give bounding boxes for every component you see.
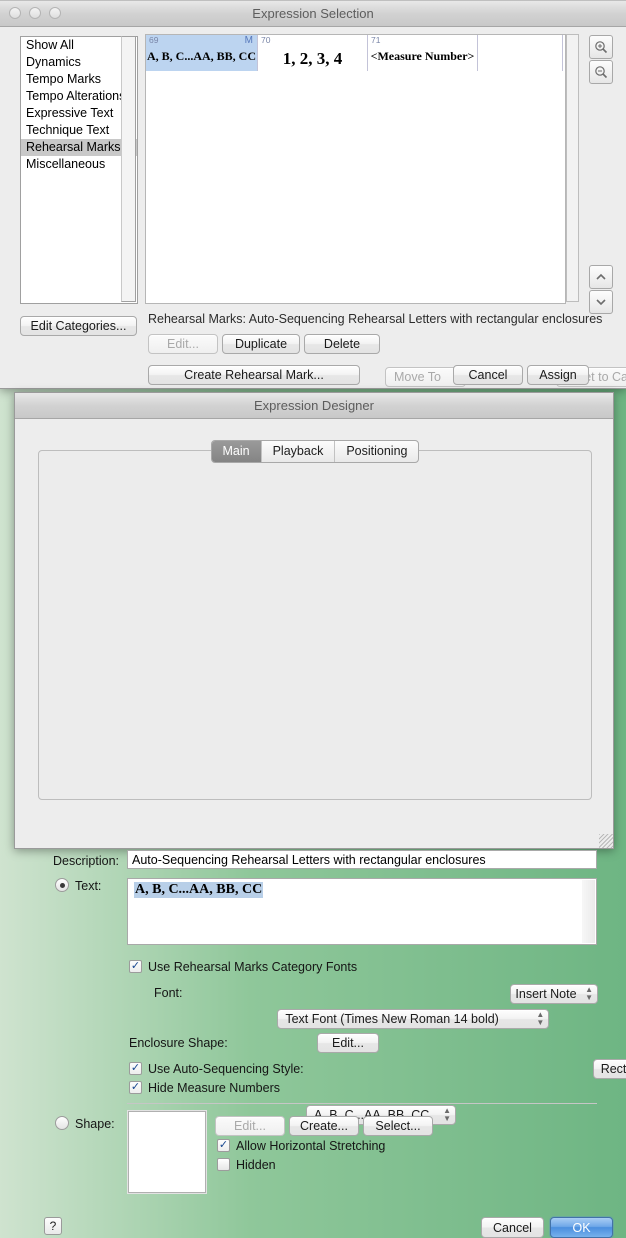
shape-radio[interactable]	[55, 1116, 69, 1130]
shape-preview-well[interactable]	[128, 1111, 206, 1193]
auto-sequencing-checkbox[interactable]: ✓	[129, 1062, 142, 1075]
description-input[interactable]	[127, 850, 597, 869]
selection-titlebar: Expression Selection	[0, 0, 626, 27]
designer-window-title: Expression Designer	[15, 393, 613, 418]
auto-sequencing-label: Use Auto-Sequencing Style:	[148, 1062, 304, 1076]
measure-expression-text: A, B, C...AA, BB, CC	[146, 49, 257, 64]
category-item[interactable]: Expressive Text	[21, 105, 137, 122]
enclosure-shape-value: Rectangle	[601, 1062, 626, 1076]
expression-selection-window: Expression Selection Show AllDynamicsTem…	[0, 0, 626, 389]
expression-designer-window: Expression Designer MainPlaybackPosition…	[14, 392, 614, 849]
designer-cancel-button[interactable]: Cancel	[481, 1217, 544, 1238]
designer-titlebar: Expression Designer	[15, 393, 613, 419]
text-radio-label: Text:	[75, 879, 101, 893]
section-divider	[127, 1103, 597, 1104]
tab-bar: MainPlaybackPositioning	[39, 440, 591, 463]
measure-number: 70	[261, 35, 270, 45]
shape-radio-label: Shape:	[75, 1117, 115, 1131]
use-category-fonts-checkbox[interactable]: ✓	[129, 960, 142, 973]
tab-positioning[interactable]: Positioning	[335, 441, 418, 462]
designer-ok-button[interactable]: OK	[550, 1217, 613, 1238]
shape-edit-button[interactable]: Edit...	[215, 1116, 285, 1136]
text-editor-value: A, B, C...AA, BB, CC	[134, 882, 263, 898]
text-editor[interactable]: A, B, C...AA, BB, CC	[127, 878, 597, 945]
description-label: Description:	[53, 854, 119, 868]
measure-cell[interactable]: 70 1, 2, 3, 4	[258, 35, 368, 71]
allow-horizontal-stretching-label: Allow Horizontal Stretching	[236, 1139, 385, 1153]
hidden-label: Hidden	[236, 1158, 276, 1172]
create-rehearsal-mark-button[interactable]: Create Rehearsal Mark...	[148, 365, 360, 385]
designer-main-panel: MainPlaybackPositioning	[38, 450, 592, 800]
tab-main[interactable]: Main	[212, 441, 262, 462]
edit-categories-button[interactable]: Edit Categories...	[20, 316, 137, 336]
updown-arrow-icon: ▲▼	[443, 1107, 451, 1123]
measure-expression-text: <Measure Number>	[368, 49, 477, 64]
category-item[interactable]: Tempo Marks	[21, 71, 137, 88]
zoom-in-icon[interactable]	[589, 35, 613, 59]
text-radio[interactable]	[55, 878, 69, 892]
scroll-up-icon[interactable]	[589, 265, 613, 289]
measure-row: 69 M A, B, C...AA, BB, CC 70 1, 2, 3, 4 71 <Me…	[146, 35, 565, 71]
measure-cell[interactable]	[478, 35, 563, 71]
tab-playback[interactable]: Playback	[262, 441, 336, 462]
tab-strip[interactable]: MainPlaybackPositioning	[211, 440, 420, 463]
category-item[interactable]: Dynamics	[21, 54, 137, 71]
measure-pane-scrollbar[interactable]	[566, 34, 579, 302]
insert-note-label: Insert Note	[515, 987, 576, 1001]
measure-number: 69	[149, 35, 158, 45]
updown-arrow-icon: ▲▼	[585, 986, 593, 1002]
zoom-out-icon[interactable]	[589, 60, 613, 84]
font-popup[interactable]: Text Font (Times New Roman 14 bold) ▲▼	[277, 1009, 549, 1029]
hide-measure-numbers-checkbox[interactable]: ✓	[129, 1081, 142, 1094]
measure-cell[interactable]: 71 <Measure Number>	[368, 35, 478, 71]
selection-description: Rehearsal Marks: Auto-Sequencing Rehears…	[148, 312, 602, 326]
category-item[interactable]: Miscellaneous	[21, 156, 137, 173]
category-list-scrollbar[interactable]	[121, 36, 136, 302]
font-label: Font:	[154, 986, 183, 1000]
resize-grip[interactable]	[599, 834, 613, 848]
updown-arrow-icon: ▲▼	[536, 1011, 544, 1027]
text-editor-scrollbar[interactable]	[582, 880, 595, 943]
shape-select-button[interactable]: Select...	[363, 1116, 433, 1136]
category-item[interactable]: Technique Text	[21, 122, 137, 139]
enclosure-edit-button[interactable]: Edit...	[317, 1033, 379, 1053]
measure-cell[interactable]: 69 M A, B, C...AA, BB, CC	[146, 35, 258, 71]
shape-create-button[interactable]: Create...	[289, 1116, 359, 1136]
text-radio-dot	[60, 883, 65, 888]
measure-preview-pane[interactable]: 69 M A, B, C...AA, BB, CC 70 1, 2, 3, 4 71 <Me…	[145, 34, 566, 304]
edit-button[interactable]: Edit...	[148, 334, 218, 354]
scroll-down-icon[interactable]	[589, 290, 613, 314]
selection-cancel-button[interactable]: Cancel	[453, 365, 523, 385]
hidden-checkbox[interactable]	[217, 1158, 230, 1171]
allow-horizontal-stretching-checkbox[interactable]: ✓	[217, 1139, 230, 1152]
duplicate-button[interactable]: Duplicate	[222, 334, 300, 354]
move-to-label: Move To	[394, 370, 441, 384]
delete-button[interactable]: Delete	[304, 334, 380, 354]
insert-note-popup[interactable]: Insert Note ▲▼	[510, 984, 598, 1004]
selection-window-title: Expression Selection	[0, 1, 626, 26]
measure-expression-text: 1, 2, 3, 4	[258, 49, 367, 69]
use-category-fonts-label: Use Rehearsal Marks Category Fonts	[148, 960, 357, 974]
hide-measure-numbers-label: Hide Measure Numbers	[148, 1081, 280, 1095]
enclosure-shape-label: Enclosure Shape:	[129, 1036, 228, 1050]
category-item[interactable]: Rehearsal Marks	[21, 139, 137, 156]
category-item[interactable]: Show All	[21, 37, 137, 54]
assign-button[interactable]: Assign	[527, 365, 589, 385]
font-value: Text Font (Times New Roman 14 bold)	[285, 1012, 499, 1026]
measure-marker-badge: M	[245, 35, 253, 46]
category-item[interactable]: Tempo Alterations	[21, 88, 137, 105]
help-button[interactable]: ?	[44, 1217, 62, 1235]
enclosure-shape-popup[interactable]: Rectangle ▲▼	[593, 1059, 626, 1079]
measure-number: 71	[371, 35, 380, 45]
